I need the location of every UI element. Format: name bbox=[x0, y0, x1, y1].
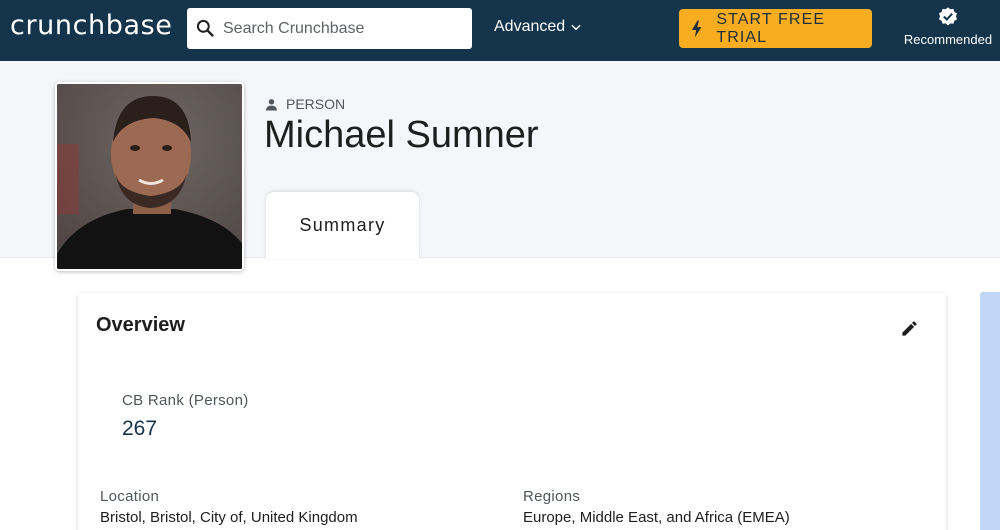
profile-photo-image bbox=[57, 84, 242, 269]
person-name: Michael Sumner bbox=[264, 114, 539, 156]
entity-type-text: PERSON bbox=[286, 96, 346, 112]
overview-card: Overview CB Rank (Person) 267 Location B… bbox=[78, 293, 946, 530]
overview-title: Overview bbox=[96, 314, 185, 336]
side-panel bbox=[980, 292, 1000, 530]
search-input[interactable] bbox=[223, 8, 463, 49]
location-label: Location bbox=[100, 488, 160, 505]
crunchbase-logo[interactable]: crunchbase bbox=[10, 10, 173, 41]
tab-summary[interactable]: Summary bbox=[266, 192, 419, 259]
verified-badge-icon bbox=[939, 7, 957, 26]
advanced-label: Advanced bbox=[494, 18, 566, 35]
top-navigation-bar: crunchbase Advanced START FREE TRIAL Rec… bbox=[0, 0, 1000, 61]
recommended-button[interactable]: Recommended bbox=[900, 6, 996, 49]
start-free-trial-label: START FREE TRIAL bbox=[716, 10, 826, 46]
entity-type-label: PERSON bbox=[265, 96, 345, 112]
cb-rank-label: CB Rank (Person) bbox=[122, 392, 249, 409]
recommended-label: Recommended bbox=[903, 32, 993, 47]
edit-pencil-icon[interactable] bbox=[900, 319, 919, 338]
location-value[interactable]: Bristol, Bristol, City of, United Kingdo… bbox=[100, 509, 358, 526]
regions-value[interactable]: Europe, Middle East, and Africa (EMEA) bbox=[523, 509, 790, 526]
start-free-trial-button[interactable]: START FREE TRIAL bbox=[679, 9, 872, 48]
chevron-down-icon bbox=[571, 24, 581, 31]
advanced-search-dropdown[interactable]: Advanced bbox=[494, 18, 583, 36]
search-box[interactable] bbox=[187, 8, 472, 49]
profile-photo bbox=[55, 82, 244, 271]
cb-rank-value: 267 bbox=[122, 417, 158, 440]
search-icon[interactable] bbox=[195, 18, 215, 38]
regions-label: Regions bbox=[523, 488, 581, 505]
person-icon bbox=[266, 98, 277, 110]
lightning-icon bbox=[691, 20, 702, 37]
